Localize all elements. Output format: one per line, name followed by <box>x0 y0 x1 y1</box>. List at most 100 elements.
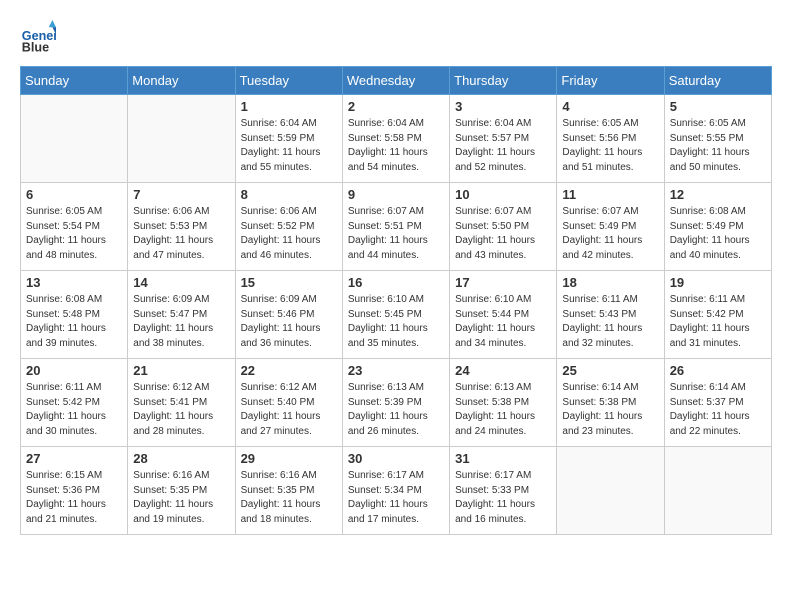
day-number: 28 <box>133 451 229 466</box>
day-info: Sunrise: 6:17 AM Sunset: 5:33 PM Dayligh… <box>455 469 551 527</box>
day-info: Sunrise: 6:14 AM Sunset: 5:37 PM Dayligh… <box>670 381 766 439</box>
calendar-cell: 6 Sunrise: 6:05 AM Sunset: 5:54 PM Daylig… <box>21 183 128 271</box>
calendar-cell: 5 Sunrise: 6:05 AM Sunset: 5:55 PM Daylig… <box>664 95 771 183</box>
day-info: Sunrise: 6:16 AM Sunset: 5:35 PM Dayligh… <box>241 469 337 527</box>
day-info: Sunrise: 6:09 AM Sunset: 5:47 PM Dayligh… <box>133 293 229 351</box>
day-number: 29 <box>241 451 337 466</box>
day-number: 14 <box>133 275 229 290</box>
logo: General Blue <box>20 20 62 56</box>
day-number: 27 <box>26 451 122 466</box>
day-number: 8 <box>241 187 337 202</box>
day-info: Sunrise: 6:05 AM Sunset: 5:54 PM Dayligh… <box>26 205 122 263</box>
page-header: General Blue <box>20 20 772 56</box>
day-number: 2 <box>348 99 444 114</box>
day-header-wednesday: Wednesday <box>342 67 449 95</box>
calendar-cell: 9 Sunrise: 6:07 AM Sunset: 5:51 PM Daylig… <box>342 183 449 271</box>
day-info: Sunrise: 6:07 AM Sunset: 5:51 PM Dayligh… <box>348 205 444 263</box>
calendar-cell: 16 Sunrise: 6:10 AM Sunset: 5:45 PM Dayli… <box>342 271 449 359</box>
calendar-cell: 19 Sunrise: 6:11 AM Sunset: 5:42 PM Dayli… <box>664 271 771 359</box>
day-info: Sunrise: 6:04 AM Sunset: 5:57 PM Dayligh… <box>455 117 551 175</box>
day-number: 20 <box>26 363 122 378</box>
calendar-cell <box>557 447 664 535</box>
calendar-cell: 18 Sunrise: 6:11 AM Sunset: 5:43 PM Dayli… <box>557 271 664 359</box>
calendar-cell <box>664 447 771 535</box>
calendar-cell: 20 Sunrise: 6:11 AM Sunset: 5:42 PM Dayli… <box>21 359 128 447</box>
calendar-cell: 28 Sunrise: 6:16 AM Sunset: 5:35 PM Dayli… <box>128 447 235 535</box>
day-number: 10 <box>455 187 551 202</box>
day-info: Sunrise: 6:17 AM Sunset: 5:34 PM Dayligh… <box>348 469 444 527</box>
calendar-cell: 8 Sunrise: 6:06 AM Sunset: 5:52 PM Daylig… <box>235 183 342 271</box>
logo-icon: General Blue <box>20 20 56 56</box>
day-info: Sunrise: 6:13 AM Sunset: 5:39 PM Dayligh… <box>348 381 444 439</box>
calendar-week-1: 1 Sunrise: 6:04 AM Sunset: 5:59 PM Daylig… <box>21 95 772 183</box>
day-header-tuesday: Tuesday <box>235 67 342 95</box>
day-number: 11 <box>562 187 658 202</box>
day-header-sunday: Sunday <box>21 67 128 95</box>
day-info: Sunrise: 6:06 AM Sunset: 5:52 PM Dayligh… <box>241 205 337 263</box>
day-number: 3 <box>455 99 551 114</box>
day-info: Sunrise: 6:12 AM Sunset: 5:40 PM Dayligh… <box>241 381 337 439</box>
calendar-cell: 14 Sunrise: 6:09 AM Sunset: 5:47 PM Dayli… <box>128 271 235 359</box>
calendar-cell: 25 Sunrise: 6:14 AM Sunset: 5:38 PM Dayli… <box>557 359 664 447</box>
day-header-monday: Monday <box>128 67 235 95</box>
calendar-cell: 26 Sunrise: 6:14 AM Sunset: 5:37 PM Dayli… <box>664 359 771 447</box>
calendar-week-2: 6 Sunrise: 6:05 AM Sunset: 5:54 PM Daylig… <box>21 183 772 271</box>
day-info: Sunrise: 6:04 AM Sunset: 5:59 PM Dayligh… <box>241 117 337 175</box>
calendar-week-4: 20 Sunrise: 6:11 AM Sunset: 5:42 PM Dayli… <box>21 359 772 447</box>
day-header-thursday: Thursday <box>450 67 557 95</box>
day-info: Sunrise: 6:07 AM Sunset: 5:49 PM Dayligh… <box>562 205 658 263</box>
calendar-table: SundayMondayTuesdayWednesdayThursdayFrid… <box>20 66 772 535</box>
day-info: Sunrise: 6:15 AM Sunset: 5:36 PM Dayligh… <box>26 469 122 527</box>
day-info: Sunrise: 6:05 AM Sunset: 5:55 PM Dayligh… <box>670 117 766 175</box>
svg-text:Blue: Blue <box>22 41 49 55</box>
day-info: Sunrise: 6:08 AM Sunset: 5:49 PM Dayligh… <box>670 205 766 263</box>
calendar-cell: 27 Sunrise: 6:15 AM Sunset: 5:36 PM Dayli… <box>21 447 128 535</box>
day-info: Sunrise: 6:14 AM Sunset: 5:38 PM Dayligh… <box>562 381 658 439</box>
day-info: Sunrise: 6:11 AM Sunset: 5:42 PM Dayligh… <box>670 293 766 351</box>
day-number: 30 <box>348 451 444 466</box>
day-info: Sunrise: 6:10 AM Sunset: 5:45 PM Dayligh… <box>348 293 444 351</box>
calendar-cell: 1 Sunrise: 6:04 AM Sunset: 5:59 PM Daylig… <box>235 95 342 183</box>
day-info: Sunrise: 6:11 AM Sunset: 5:42 PM Dayligh… <box>26 381 122 439</box>
day-info: Sunrise: 6:04 AM Sunset: 5:58 PM Dayligh… <box>348 117 444 175</box>
calendar-cell: 21 Sunrise: 6:12 AM Sunset: 5:41 PM Dayli… <box>128 359 235 447</box>
calendar-cell: 3 Sunrise: 6:04 AM Sunset: 5:57 PM Daylig… <box>450 95 557 183</box>
calendar-week-5: 27 Sunrise: 6:15 AM Sunset: 5:36 PM Dayli… <box>21 447 772 535</box>
day-info: Sunrise: 6:11 AM Sunset: 5:43 PM Dayligh… <box>562 293 658 351</box>
day-number: 22 <box>241 363 337 378</box>
day-number: 9 <box>348 187 444 202</box>
day-number: 31 <box>455 451 551 466</box>
day-number: 13 <box>26 275 122 290</box>
calendar-cell: 11 Sunrise: 6:07 AM Sunset: 5:49 PM Dayli… <box>557 183 664 271</box>
day-number: 5 <box>670 99 766 114</box>
day-info: Sunrise: 6:05 AM Sunset: 5:56 PM Dayligh… <box>562 117 658 175</box>
day-number: 6 <box>26 187 122 202</box>
calendar-cell: 30 Sunrise: 6:17 AM Sunset: 5:34 PM Dayli… <box>342 447 449 535</box>
day-info: Sunrise: 6:16 AM Sunset: 5:35 PM Dayligh… <box>133 469 229 527</box>
calendar-cell: 13 Sunrise: 6:08 AM Sunset: 5:48 PM Dayli… <box>21 271 128 359</box>
calendar-cell: 17Sunrise: 6:10 AM Sunset: 5:44 PM Dayli… <box>450 271 557 359</box>
calendar-cell: 23Sunrise: 6:13 AM Sunset: 5:39 PM Dayli… <box>342 359 449 447</box>
day-header-friday: Friday <box>557 67 664 95</box>
day-header-saturday: Saturday <box>664 67 771 95</box>
day-info: Sunrise: 6:08 AM Sunset: 5:48 PM Dayligh… <box>26 293 122 351</box>
day-info: Sunrise: 6:06 AM Sunset: 5:53 PM Dayligh… <box>133 205 229 263</box>
day-number: 21 <box>133 363 229 378</box>
day-number: 18 <box>562 275 658 290</box>
calendar-cell <box>21 95 128 183</box>
day-number: 15 <box>241 275 337 290</box>
calendar-cell: 22 Sunrise: 6:12 AM Sunset: 5:40 PM Dayli… <box>235 359 342 447</box>
calendar-cell: 10 Sunrise: 6:07 AM Sunset: 5:50 PM Dayli… <box>450 183 557 271</box>
day-number: 19 <box>670 275 766 290</box>
day-info: Sunrise: 6:12 AM Sunset: 5:41 PM Dayligh… <box>133 381 229 439</box>
day-info: Sunrise: 6:07 AM Sunset: 5:50 PM Dayligh… <box>455 205 551 263</box>
day-number: 25 <box>562 363 658 378</box>
day-number: 26 <box>670 363 766 378</box>
day-number: 16 <box>348 275 444 290</box>
day-number: 1 <box>241 99 337 114</box>
day-number: 7 <box>133 187 229 202</box>
day-info: Sunrise: 6:09 AM Sunset: 5:46 PM Dayligh… <box>241 293 337 351</box>
day-number: 17 <box>455 275 551 290</box>
day-number: 24 <box>455 363 551 378</box>
calendar-cell: 29 Sunrise: 6:16 AM Sunset: 5:35 PM Dayli… <box>235 447 342 535</box>
